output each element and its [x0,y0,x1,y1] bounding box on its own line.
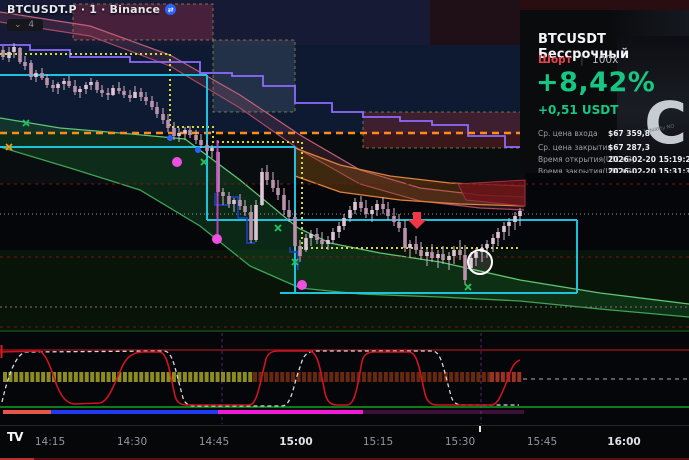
pnl-percent: +8,42% [536,67,655,98]
blue-dot-marker [167,135,173,141]
side-separator: | [580,54,584,66]
position-card: C Liquidity NO BTCUSDT Бессрочный Шорт |… [520,10,689,173]
time-label: 15:30 [445,436,475,448]
blue-dot-marker [195,147,201,153]
close-price-row: Ср. цена закрытия$67 287,3 [538,143,684,152]
magenta-dot-marker [172,157,182,167]
tradingview-logo[interactable]: TV [7,430,22,444]
highlight-circle [468,250,492,274]
magenta-dot-marker [297,280,307,290]
time-label: 16:00 [607,436,640,448]
time-label: 15:15 [363,436,393,448]
time-label: 14:15 [35,436,65,448]
trading-terminal: BTCUSDT.P · 1 · Binance ⇄ ⌄ 4 C Liquidit… [0,0,689,460]
indicators-collapse-toggle[interactable]: ⌄ 4 [7,19,43,31]
oscillator-panel [0,331,689,424]
time-label: 14:30 [117,436,147,448]
sell-arrow-icon [408,212,426,229]
position-side-badge: Шорт [538,54,572,66]
pair-logo-icon[interactable]: ⇄ [165,4,176,15]
time-axis[interactable]: TV 14:15 14:30 14:45 15:00 15:15 15:30 15:45 16… [0,425,689,460]
leverage-badge: 100x [592,54,618,66]
time-label: 15:45 [527,436,557,448]
entry-price-row: Ср. цена входа$67 359,8 [538,129,684,138]
symbol-title[interactable]: BTCUSDT.P · 1 · Binance [7,3,160,16]
crosshair-time-tick [479,426,481,432]
magenta-dot-marker [212,234,222,244]
open-time-row: Время открытия(UTC+3)2026-02-20 15:19:27 [538,155,684,164]
close-time-row: Время закрытия(UTC+3)2026-02-20 15:31:36 [538,167,684,173]
pnl-usdt: +0,51 USDT [538,103,618,117]
time-label: 15:00 [279,436,312,448]
time-label: 14:45 [199,436,229,448]
